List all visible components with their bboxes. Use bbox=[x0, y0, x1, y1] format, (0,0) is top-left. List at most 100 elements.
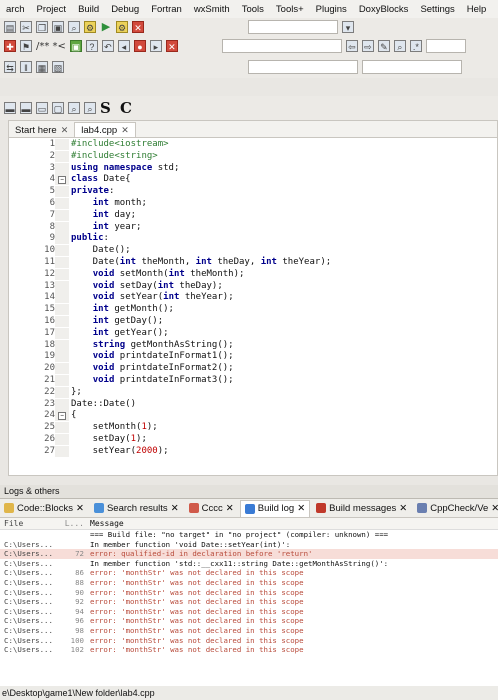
build-target-select[interactable] bbox=[248, 20, 338, 34]
log-row[interactable]: C:\Users... 88 error: 'monthStr' was not d… bbox=[0, 578, 498, 588]
log-row[interactable]: C:\Users... 102 error: 'monthStr' was not … bbox=[0, 645, 498, 655]
open-icon[interactable]: ▤ bbox=[4, 21, 16, 33]
log-tab[interactable]: CppCheck/Ve✕ bbox=[413, 500, 498, 516]
code-line[interactable]: 9 public: bbox=[9, 233, 497, 245]
log-tab[interactable]: Build log ✕ bbox=[239, 499, 311, 517]
zoom-out-icon[interactable]: ⌕ bbox=[84, 102, 96, 114]
menu-item-tools[interactable]: Tools bbox=[236, 4, 270, 15]
code-line[interactable]: 7 int day; bbox=[9, 209, 497, 221]
log-tab[interactable]: Cccc ✕ bbox=[185, 500, 238, 516]
code-line[interactable]: 10 Date(); bbox=[9, 245, 497, 257]
code-line[interactable]: 25 setMonth(1); bbox=[9, 422, 497, 434]
menu-item-tools-[interactable]: Tools+ bbox=[270, 4, 310, 15]
highlight-icon[interactable]: ✎ bbox=[377, 40, 390, 52]
editor-tab[interactable]: Start here ✕ bbox=[9, 123, 74, 137]
code-line[interactable]: 1 #include<iostream> bbox=[9, 139, 497, 150]
code-line[interactable]: 16 int getDay(); bbox=[9, 316, 497, 327]
log-row[interactable]: C:\Users... 94 error: 'monthStr' was not d… bbox=[0, 607, 498, 617]
log-row[interactable]: C:\Users... 98 error: 'monthStr' was not d… bbox=[0, 626, 498, 636]
code-line[interactable]: 12 void setMonth(int theMonth); bbox=[9, 268, 497, 280]
log-row[interactable]: C:\Users... 100 error: 'monthStr' was not … bbox=[0, 636, 498, 646]
log-header-message[interactable]: Message bbox=[90, 518, 498, 529]
nav-forward-icon[interactable]: ⇨ bbox=[361, 40, 374, 52]
step-out-icon[interactable]: ↶ bbox=[101, 40, 114, 52]
run-icon[interactable]: ▶ bbox=[100, 21, 112, 33]
regex-icon[interactable]: .* bbox=[409, 40, 422, 52]
code-line[interactable]: 3 using namespace std; bbox=[9, 162, 497, 174]
code-line[interactable]: 22}; bbox=[9, 386, 497, 398]
code-line[interactable]: 24−{ bbox=[9, 410, 497, 422]
log-header-line[interactable]: L... bbox=[62, 518, 90, 529]
search-select[interactable] bbox=[221, 39, 342, 53]
close-icon[interactable]: ✕ bbox=[165, 40, 178, 52]
copy-icon[interactable]: ❐ bbox=[36, 21, 48, 33]
log-row[interactable]: C:\Users... 96 error: 'monthStr' was not d… bbox=[0, 616, 498, 626]
log-row[interactable]: C:\Users... 92 error: 'monthStr' was not d… bbox=[0, 597, 498, 607]
log-tab[interactable]: Code::Blocks ✕ bbox=[0, 500, 88, 516]
code-line[interactable]: 11 Date(int theMonth, int theDay, int th… bbox=[9, 257, 497, 268]
code-line[interactable]: 19 void printdateInFormat1(); bbox=[9, 351, 497, 363]
log-row[interactable]: C:\Users... In member function 'void Date… bbox=[0, 540, 498, 550]
scope-select[interactable] bbox=[362, 60, 462, 74]
code-line[interactable]: 23 Date::Date() bbox=[9, 398, 497, 410]
next-icon[interactable]: ▸ bbox=[149, 40, 162, 52]
frame-icon-2[interactable]: ▢ bbox=[52, 102, 64, 114]
menu-item-plugins[interactable]: Plugins bbox=[310, 4, 353, 15]
code-line[interactable]: 20 void printdateInFormat2(); bbox=[9, 363, 497, 375]
nav-back-icon[interactable]: ⇦ bbox=[345, 40, 358, 52]
code-line[interactable]: 27 setYear(2000); bbox=[9, 445, 497, 457]
code-line[interactable]: 4− class Date{ bbox=[9, 174, 497, 186]
menu-item-project[interactable]: Project bbox=[30, 4, 72, 15]
log-row[interactable]: C:\Users... 90 error: 'monthStr' was not d… bbox=[0, 588, 498, 598]
fold-toggle-icon[interactable]: − bbox=[58, 412, 66, 421]
tab-close-icon[interactable]: ✕ bbox=[171, 503, 179, 514]
log-row[interactable]: C:\Users... 86 error: 'monthStr' was not d… bbox=[0, 568, 498, 578]
code-line[interactable]: 14 void setYear(int theYear); bbox=[9, 292, 497, 304]
code-area[interactable]: 1 #include<iostream> 2 #include<string> 3 usi… bbox=[9, 137, 497, 475]
block-icon-2[interactable]: ▬ bbox=[20, 102, 32, 114]
code-line[interactable]: 8 int year; bbox=[9, 221, 497, 233]
zoom-in-icon[interactable]: ⌕ bbox=[68, 102, 80, 114]
debug-icon[interactable]: ✚ bbox=[4, 40, 16, 52]
tab-close-icon[interactable]: ✕ bbox=[76, 503, 84, 514]
log-header-file[interactable]: File bbox=[0, 518, 62, 529]
menu-item-build[interactable]: Build bbox=[72, 4, 105, 15]
tab-close-icon[interactable]: ✕ bbox=[297, 503, 305, 514]
abort-icon[interactable]: ✕ bbox=[132, 21, 144, 33]
tab-close-icon[interactable]: ✕ bbox=[399, 503, 407, 514]
target-dropdown-icon[interactable]: ▾ bbox=[342, 21, 354, 33]
build-run-icon[interactable]: ⚙ bbox=[116, 21, 128, 33]
find-next-icon[interactable]: ⌕ bbox=[393, 40, 406, 52]
editor-tab[interactable]: lab4.cpp ✕ bbox=[74, 122, 136, 137]
log-tab[interactable]: Search results ✕ bbox=[90, 500, 183, 516]
frame-icon[interactable]: ▭ bbox=[36, 102, 48, 114]
image-icon[interactable]: ▧ bbox=[52, 61, 64, 73]
menu-item-wxsmith[interactable]: wxSmith bbox=[188, 4, 236, 15]
tab-close-icon[interactable]: ✕ bbox=[491, 503, 498, 514]
tab-close-icon[interactable]: ✕ bbox=[226, 503, 234, 514]
code-line[interactable]: 13 void setDay(int theDay); bbox=[9, 280, 497, 292]
extra-select[interactable] bbox=[425, 39, 466, 53]
cut-icon[interactable]: ✂ bbox=[20, 21, 32, 33]
tab-close-icon[interactable]: ✕ bbox=[121, 125, 129, 136]
align-icon[interactable]: ⇆ bbox=[4, 61, 16, 73]
fold-toggle-icon[interactable]: − bbox=[58, 176, 66, 185]
find-icon[interactable]: ⌕ bbox=[68, 21, 80, 33]
stop-icon[interactable]: ● bbox=[133, 40, 146, 52]
code-line[interactable]: 18 string getMonthAsString(); bbox=[9, 339, 497, 351]
code-line[interactable]: 6 int month; bbox=[9, 198, 497, 209]
pause-icon[interactable]: ‖ bbox=[20, 61, 32, 73]
log-row[interactable]: C:\Users... 72 error: qualified-id in decl… bbox=[0, 549, 498, 559]
code-line[interactable]: 15 int getMonth(); bbox=[9, 304, 497, 316]
nav-left-icon[interactable]: ◂ bbox=[117, 40, 130, 52]
paste-icon[interactable]: ▣ bbox=[52, 21, 64, 33]
step-into-icon[interactable]: ▣ bbox=[69, 40, 82, 52]
code-line[interactable]: 26 setDay(1); bbox=[9, 434, 497, 445]
menu-item-help[interactable]: Help bbox=[461, 4, 493, 15]
code-line[interactable]: 17 int getYear(); bbox=[9, 327, 497, 339]
sc-label[interactable]: S C bbox=[100, 99, 134, 117]
menu-item-fortran[interactable]: Fortran bbox=[145, 4, 188, 15]
menu-item-doxyblocks[interactable]: DoxyBlocks bbox=[353, 4, 415, 15]
log-row[interactable]: === Build file: "no target" in "no proje… bbox=[0, 530, 498, 540]
function-select[interactable] bbox=[248, 60, 358, 74]
